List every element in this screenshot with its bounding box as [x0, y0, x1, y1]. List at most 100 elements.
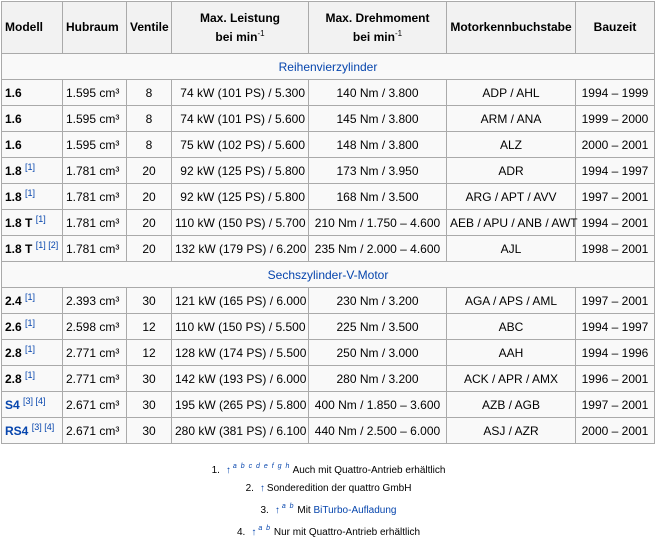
reference-link[interactable]: [1] [2]: [36, 240, 59, 250]
cell-drehmoment: 225 Nm / 3.500: [308, 313, 447, 340]
cell-leistung: 195 kW (265 PS) / 5.800: [171, 391, 309, 418]
header-drehmoment[interactable]: Max. Drehmoment bei min-1: [308, 1, 447, 54]
reference-link[interactable]: [1]: [25, 188, 35, 198]
header-bauzeit[interactable]: Bauzeit: [575, 1, 655, 54]
cell-hubraum: 1.781 cm³: [62, 209, 127, 236]
cell-modell[interactable]: S4 [3] [4]: [1, 391, 63, 418]
cell-motorkennbuchstabe: ABC: [446, 313, 576, 340]
table-row: 1.6 1.595 cm³ 8 75 kW (102 PS) / 5.600 148 N…: [1, 131, 655, 158]
cell-motorkennbuchstabe: AEB / APU / ANB / AWT: [446, 209, 578, 236]
model-name: 1.6: [5, 111, 22, 126]
footnote-text: Mit: [297, 505, 314, 516]
cell-bauzeit: 1994 – 1996: [575, 339, 655, 366]
cell-leistung: 74 kW (101 PS) / 5.300: [171, 79, 309, 106]
reference-link[interactable]: [1]: [25, 318, 35, 328]
cell-hubraum: 2.393 cm³: [62, 287, 127, 314]
group-row: Sechszylinder-V-Motor: [1, 261, 655, 288]
cell-hubraum: 2.671 cm³: [62, 391, 127, 418]
cell-bauzeit: 1996 – 2001: [575, 365, 655, 392]
cell-hubraum: 1.595 cm³: [62, 131, 127, 158]
cell-motorkennbuchstabe: ARG / APT / AVV: [446, 183, 576, 210]
table-row: S4 [3] [4] 2.671 cm³ 30 195 kW (265 PS) / 5…: [1, 391, 655, 418]
cell-motorkennbuchstabe: ACK / APR / AMX: [446, 365, 576, 392]
footnote-list: 1. ↑ a b c d e f g h Auch mit Quattro-Antr…: [1, 458, 656, 542]
footnote-text: Sonderedition der quattro GmbH: [266, 483, 412, 494]
table-row: RS4 [3] [4] 2.671 cm³ 30 280 kW (381 PS) / …: [1, 417, 655, 444]
footnote-item: 4. ↑ a b Nur mit Quattro-Antrieb erhältlic…: [1, 520, 656, 542]
cell-hubraum: 2.671 cm³: [62, 417, 127, 444]
cell-drehmoment: 250 Nm / 3.000: [308, 339, 447, 366]
table-body: Reihenvierzylinder 1.6 1.595 cm³ 8 74 kW (10…: [1, 53, 655, 444]
reference-link[interactable]: [3] [4]: [23, 396, 46, 406]
model-name: 1.6: [5, 85, 22, 100]
cell-ventile: 20: [126, 209, 172, 236]
header-modell[interactable]: Modell: [1, 1, 63, 54]
cell-leistung: 121 kW (165 PS) / 6.000: [171, 287, 309, 314]
model-name: 2.4: [5, 293, 22, 308]
cell-leistung: 75 kW (102 PS) / 5.600: [171, 131, 309, 158]
reference-link[interactable]: [1]: [25, 292, 35, 302]
cell-drehmoment: 173 Nm / 3.950: [308, 157, 447, 184]
model-link[interactable]: S4: [5, 398, 20, 412]
cell-bauzeit: 1997 – 2001: [575, 183, 655, 210]
cell-ventile: 8: [126, 105, 172, 132]
table-row: 1.8 T [1] [2] 1.781 cm³ 20 132 kW (179 PS) …: [1, 235, 655, 262]
cell-bauzeit: 1994 – 1997: [575, 157, 655, 184]
group-title[interactable]: Reihenvierzylinder: [1, 53, 655, 80]
cell-hubraum: 2.598 cm³: [62, 313, 127, 340]
cell-bauzeit: 1997 – 2001: [575, 287, 655, 314]
cell-hubraum: 1.781 cm³: [62, 235, 127, 262]
cell-motorkennbuchstabe: ADP / AHL: [446, 79, 576, 106]
cell-motorkennbuchstabe: ARM / ANA: [446, 105, 576, 132]
cell-modell: 1.8 T [1]: [1, 209, 63, 236]
cell-modell: 1.8 [1]: [1, 157, 63, 184]
back-arrow-icon[interactable]: ↑: [226, 465, 231, 476]
cell-modell: 2.6 [1]: [1, 313, 63, 340]
cell-modell: 1.8 [1]: [1, 183, 63, 210]
header-row: Modell Hubraum Ventile Max. Leistung bei…: [1, 1, 655, 54]
reference-link[interactable]: [3] [4]: [32, 422, 55, 432]
cell-modell: 2.8 [1]: [1, 365, 63, 392]
header-ventile[interactable]: Ventile: [126, 1, 172, 54]
group-row: Reihenvierzylinder: [1, 53, 655, 80]
header-hubraum[interactable]: Hubraum: [62, 1, 127, 54]
cell-drehmoment: 210 Nm / 1.750 – 4.600: [308, 209, 447, 236]
backref-letters[interactable]: a b: [258, 525, 271, 532]
cell-motorkennbuchstabe: AGA / APS / AML: [446, 287, 576, 314]
cell-drehmoment: 168 Nm / 3.500: [308, 183, 447, 210]
cell-ventile: 30: [126, 287, 172, 314]
cell-drehmoment: 140 Nm / 3.800: [308, 79, 447, 106]
cell-drehmoment: 145 Nm / 3.800: [308, 105, 447, 132]
back-arrow-icon[interactable]: ↑: [251, 527, 256, 538]
reference-link[interactable]: [1]: [36, 214, 46, 224]
cell-drehmoment: 400 Nm / 1.850 – 3.600: [308, 391, 447, 418]
reference-link[interactable]: [1]: [25, 162, 35, 172]
header-leistung[interactable]: Max. Leistung bei min-1: [171, 1, 309, 54]
footnote-link[interactable]: BiTurbo-Aufladung: [313, 505, 396, 516]
group-title[interactable]: Sechszylinder-V-Motor: [1, 261, 655, 288]
cell-hubraum: 1.595 cm³: [62, 105, 127, 132]
footnote-text: Auch mit Quattro-Antrieb erhältlich: [292, 465, 446, 476]
engine-table: Modell Hubraum Ventile Max. Leistung bei…: [1, 1, 655, 444]
footnote-item: 3. ↑ a b Mit BiTurbo-Aufladung: [1, 498, 656, 520]
cell-leistung: 280 kW (381 PS) / 6.100: [171, 417, 309, 444]
cell-drehmoment: 148 Nm / 3.800: [308, 131, 447, 158]
cell-modell: 1.6: [1, 105, 63, 132]
reference-link[interactable]: [1]: [25, 370, 35, 380]
cell-bauzeit: 2000 – 2001: [575, 131, 655, 158]
cell-drehmoment: 280 Nm / 3.200: [308, 365, 447, 392]
cell-modell[interactable]: RS4 [3] [4]: [1, 417, 63, 444]
back-arrow-icon[interactable]: ↑: [275, 505, 280, 516]
cell-leistung: 92 kW (125 PS) / 5.800: [171, 157, 309, 184]
backref-letters[interactable]: a b c d e f g h: [233, 463, 290, 470]
reference-link[interactable]: [1]: [25, 344, 35, 354]
back-arrow-icon[interactable]: ↑: [260, 483, 265, 494]
backref-letters[interactable]: a b: [282, 503, 295, 510]
cell-ventile: 12: [126, 339, 172, 366]
cell-hubraum: 2.771 cm³: [62, 339, 127, 366]
cell-ventile: 8: [126, 131, 172, 158]
model-name: 1.6: [5, 137, 22, 152]
cell-ventile: 20: [126, 183, 172, 210]
model-link[interactable]: RS4: [5, 424, 28, 438]
header-motorkennbuchstabe[interactable]: Motorkennbuchstabe: [446, 1, 576, 54]
